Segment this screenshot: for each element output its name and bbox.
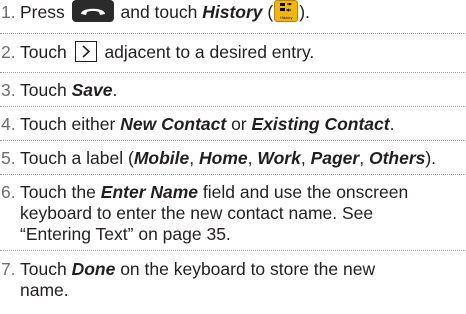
talk-key-icon	[71, 0, 114, 23]
divider	[0, 72, 466, 73]
done-label: Done	[71, 259, 116, 279]
paren-close: ).	[425, 148, 437, 168]
step-line: Touch Done on the keyboard to store the …	[20, 259, 464, 280]
history-icon-label: History	[280, 15, 293, 21]
comma: ,	[189, 148, 195, 168]
step-number: 2.	[1, 42, 16, 62]
chevron-right-icon	[74, 41, 97, 63]
divider	[0, 250, 466, 251]
comma: ,	[300, 148, 306, 168]
step-text-segment: adjacent to a desired entry.	[104, 42, 315, 62]
step-text-segment: Touch the	[20, 182, 96, 202]
step-text-segment: Touch a label (	[20, 148, 134, 168]
step-text-segment: Touch	[20, 259, 67, 279]
step-text-segment: on the keyboard to store the new	[120, 259, 376, 279]
step-text-segment: field and use the onscreen	[202, 182, 409, 202]
home-label: Home	[199, 148, 248, 168]
step-line: Touch the Enter Name field and use the o…	[20, 182, 464, 203]
divider	[0, 106, 466, 107]
step-line: “Entering Text” on page 35.	[20, 224, 231, 244]
existing-contact-label: Existing Contact	[251, 114, 390, 134]
step-number: 4.	[1, 114, 16, 134]
step-number: 6.	[1, 182, 16, 202]
comma: ,	[247, 148, 253, 168]
period: .	[389, 114, 395, 134]
step-line: keyboard to enter the new contact name. …	[20, 203, 374, 223]
step-text: Touch a label (Mobile, Home, Work, Pager…	[20, 148, 464, 169]
paren-close: ).	[299, 2, 310, 22]
history-icon: History	[274, 0, 299, 23]
divider	[0, 174, 466, 175]
enter-name-label: Enter Name	[100, 182, 199, 202]
divider	[0, 33, 466, 34]
step-text: Press and touch History ( History ).	[20, 0, 464, 23]
step-text-segment: Touch	[20, 42, 67, 62]
step-line: name.	[20, 280, 69, 300]
new-contact-label: New Contact	[120, 114, 227, 134]
step-text: Touch Done on the keyboard to store the …	[20, 259, 464, 301]
work-label: Work	[257, 148, 301, 168]
step-number: 1.	[1, 2, 16, 22]
comma: ,	[359, 148, 365, 168]
pager-label: Pager	[310, 148, 360, 168]
step-text-segment: Touch	[20, 80, 67, 100]
save-label: Save	[71, 80, 113, 100]
step-text-segment: or	[231, 114, 247, 134]
step-number: 5.	[1, 148, 16, 168]
step-text-segment: Press	[20, 2, 65, 22]
step-number: 3.	[1, 80, 16, 100]
step-text: Touch Save.	[20, 80, 464, 101]
paren-open: (	[267, 2, 274, 22]
period: .	[112, 80, 118, 100]
step-text: Touch the Enter Name field and use the o…	[20, 182, 464, 245]
mobile-label: Mobile	[133, 148, 190, 168]
step-number: 7.	[1, 259, 16, 279]
divider	[0, 140, 466, 141]
history-label: History	[202, 2, 263, 22]
step-text: Touch either New Contact or Existing Con…	[20, 114, 464, 135]
step-text-segment: and touch	[120, 2, 198, 22]
others-label: Others	[368, 148, 426, 168]
step-text-segment: Touch either	[20, 114, 116, 134]
step-text: Touch adjacent to a desired entry.	[20, 41, 464, 63]
